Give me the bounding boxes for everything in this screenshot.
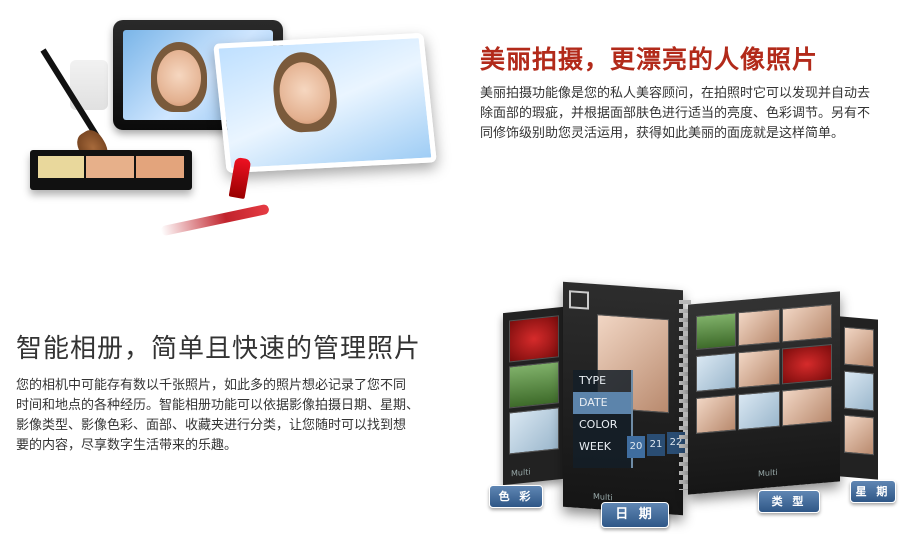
portrait-face [157, 50, 201, 106]
section1-line: 同修饰级别助您灵活运用，获得如此美丽的面庞就是这样简单。 [480, 126, 845, 141]
tag-week[interactable]: 星 期 [850, 480, 896, 503]
section2-title: 智能相册，简单且快速的管理照片 [16, 334, 422, 364]
tag-date[interactable]: 日 期 [601, 502, 669, 528]
section2-description: 您的相机中可能存有数以千张照片，如此多的照片想必记录了您不同 时间和地点的各种经… [16, 376, 456, 456]
menu-item-type[interactable]: TYPE [573, 370, 631, 392]
day-20[interactable]: 20 [627, 436, 645, 458]
curled-portrait-photo [213, 32, 437, 174]
album-back-page-right [840, 316, 878, 480]
section2-line: 要的内容，尽享数字生活带来的乐趣。 [16, 438, 238, 453]
section1-title: 美丽拍摄，更漂亮的人像照片 [480, 45, 819, 74]
makeup-palette [30, 150, 192, 190]
menu-item-week[interactable]: WEEK [573, 436, 631, 458]
album-page-right: Multi [688, 291, 840, 495]
multi-label: Multi [511, 467, 531, 479]
menu-item-date[interactable]: DATE [573, 392, 631, 414]
section2-line: 时间和地点的各种经历。智能相册功能可以依据影像拍摄日期、星期、 [16, 398, 420, 413]
section1-line: 美丽拍摄功能像是您的私人美容顾问，在拍照时它可以发现并自动去 [480, 86, 871, 101]
multi-label: Multi [593, 491, 613, 503]
section1-line: 除面部的瑕疵，并根据面部肤色进行适当的亮度、色彩调节。另有不 [480, 106, 871, 121]
tag-type[interactable]: 类 型 [758, 490, 820, 513]
menu-item-color[interactable]: COLOR [573, 414, 631, 436]
section2-line: 影像类型、影像色彩、面部、收藏夹进行分类，让您随时可以找到想 [16, 418, 407, 433]
album-category-menu: TYPE DATE COLOR WEEK [573, 370, 633, 468]
tag-color[interactable]: 色 彩 [489, 485, 543, 508]
section2-line: 您的相机中可能存有数以千张照片，如此多的照片想必记录了您不同 [16, 378, 407, 393]
album-back-page-left: Multi [503, 306, 563, 486]
play-icon [569, 290, 589, 310]
day-21[interactable]: 21 [647, 434, 665, 456]
lipstick-smear [160, 203, 270, 237]
multi-label: Multi [758, 467, 778, 479]
section1-description: 美丽拍摄功能像是您的私人美容顾问，在拍照时它可以发现并自动去 除面部的瑕疵，并根… [480, 84, 908, 144]
